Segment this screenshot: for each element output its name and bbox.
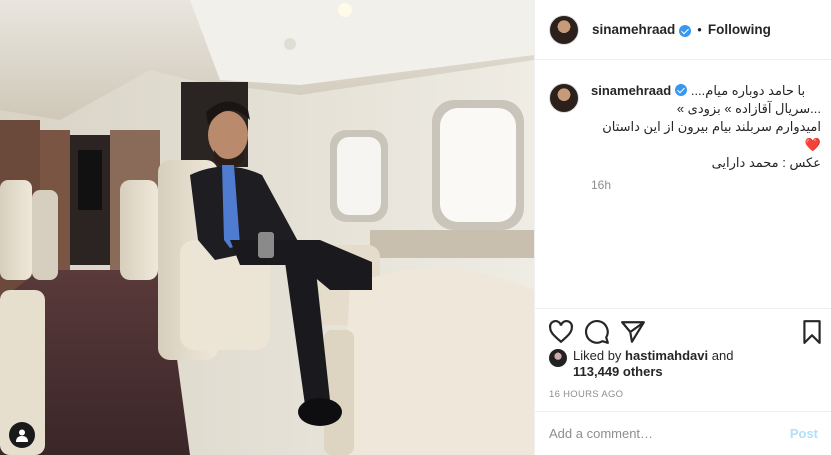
post-time-ago[interactable]: 16 HOURS AGO <box>549 389 623 400</box>
liked-by-user[interactable]: hastimahdavi <box>625 348 708 363</box>
action-bar <box>535 308 831 348</box>
bookmark-icon[interactable] <box>799 319 825 345</box>
user-tag-button[interactable] <box>9 422 35 448</box>
caption: sinamehraad با حامد دوباره میام.... ...س… <box>549 82 824 194</box>
following-button[interactable]: Following <box>708 22 771 37</box>
comment-input[interactable] <box>549 426 790 441</box>
liked-by-prefix: Liked by <box>573 348 622 363</box>
caption-avatar[interactable] <box>549 83 579 113</box>
avatar[interactable] <box>549 14 579 45</box>
caption-line-2: ...سریال آقازاده » بزودی » <box>676 101 821 116</box>
user-tag-icon <box>16 429 28 442</box>
separator-dot: • <box>697 22 702 37</box>
comment-icon[interactable] <box>584 319 610 345</box>
liked-by-and: and <box>711 348 734 363</box>
verified-badge-icon <box>679 24 692 37</box>
caption-body: sinamehraad با حامد دوباره میام.... ...س… <box>591 82 821 194</box>
header-username[interactable]: sinamehraad <box>592 22 675 37</box>
likes-text: Liked by hastimahdavi and 113,449 others <box>573 348 733 380</box>
caption-line-1: با حامد دوباره میام.... <box>690 83 806 98</box>
likes-summary: Liked by hastimahdavi and 113,449 others <box>549 348 733 380</box>
post-side-panel: sinamehraad • Following sinamehraad با ح… <box>534 0 831 455</box>
caption-line-3: امیدوارم سربلند بیام بیرون از این داستان <box>602 119 821 134</box>
caption-username[interactable]: sinamehraad <box>591 83 671 98</box>
comment-bar: Post <box>535 411 831 455</box>
post-photo[interactable] <box>0 0 534 455</box>
caption-photo-credit: عکس : محمد دارایی <box>711 155 821 170</box>
verified-badge-icon <box>675 84 688 96</box>
paper-plane-icon[interactable] <box>620 319 646 345</box>
liker-avatar[interactable] <box>549 349 567 367</box>
likes-count[interactable]: 113,449 others <box>573 364 663 379</box>
post-header: sinamehraad • Following <box>535 0 831 60</box>
jet-cabin-image <box>0 0 534 455</box>
caption-timestamp[interactable]: 16h <box>591 176 821 194</box>
post-comment-button[interactable]: Post <box>790 426 818 441</box>
heart-icon[interactable] <box>548 319 574 345</box>
caption-heart-emoji: ❤️ <box>804 137 821 152</box>
